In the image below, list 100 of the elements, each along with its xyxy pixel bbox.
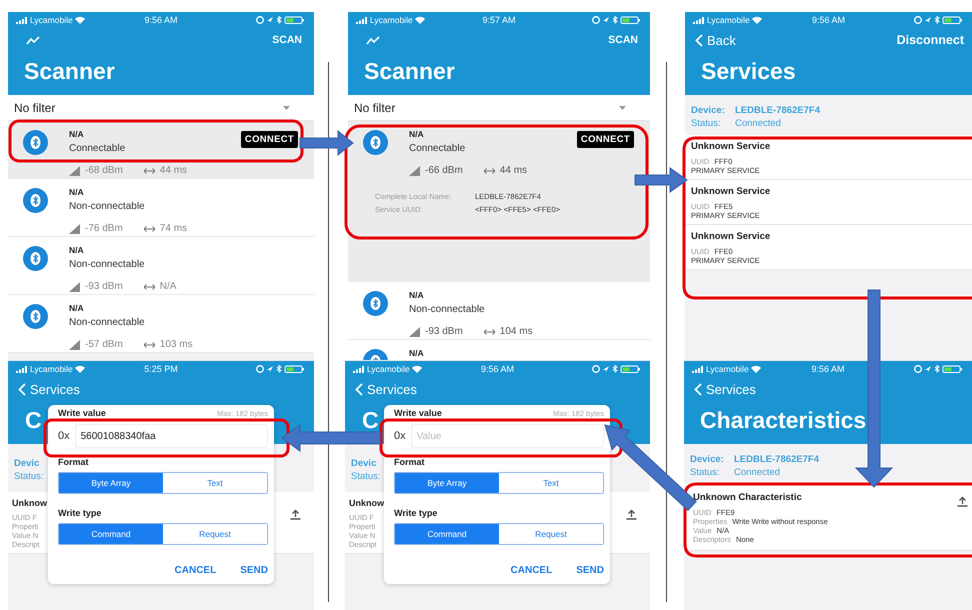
write-type-label: Write type [394, 508, 438, 518]
connect-button[interactable]: CONNECT [240, 131, 298, 148]
dialog-button[interactable]: CANCEL [510, 565, 552, 576]
signal-icon [409, 326, 420, 336]
screen-title: Scanner [24, 58, 115, 85]
status-label: Status: [351, 471, 381, 482]
bluetooth-icon [363, 130, 388, 155]
device-row[interactable]: N/A [348, 340, 650, 360]
chevron-icon [18, 382, 26, 396]
device-label: Device: [691, 105, 726, 116]
back-button[interactable]: Services [18, 382, 80, 396]
chevron-icon [694, 382, 702, 396]
status-label: Status: [690, 467, 721, 478]
format-label: Format [58, 457, 89, 467]
filter-dropdown[interactable]: No filter [8, 95, 314, 121]
upload-icon[interactable] [290, 509, 301, 520]
connect-button[interactable]: CONNECT [576, 131, 634, 148]
device-name: N/A [69, 187, 84, 197]
interval-icon [144, 342, 155, 348]
carrier-name: Lycamobile [30, 364, 73, 374]
nav-action-button[interactable]: Disconnect [896, 33, 964, 47]
back-button[interactable]: Services [355, 382, 417, 396]
interval-reading: 44 ms [500, 165, 528, 176]
write-type-option[interactable]: Command [59, 524, 163, 544]
bluetooth-icon [363, 291, 388, 316]
upload-icon[interactable] [626, 509, 637, 520]
signal-icon [69, 282, 80, 292]
format-label: Format [394, 457, 425, 467]
format-option[interactable]: Byte Array [59, 473, 163, 493]
nav-action-button[interactable]: SCAN [608, 34, 638, 46]
nav-action-button[interactable]: SCAN [272, 34, 302, 46]
interval-reading: 44 ms [160, 165, 188, 176]
device-type: Non-connectable [69, 317, 145, 328]
graph-icon[interactable] [26, 36, 40, 44]
interval-icon [144, 284, 155, 290]
clock-time: 9:56 AM [811, 364, 845, 374]
upload-icon[interactable] [957, 496, 968, 507]
device-label: Devic [351, 458, 376, 469]
device-label: Devic [14, 458, 40, 469]
carrier-name: Lycamobile [30, 15, 73, 25]
clock-time: 9:57 AM [482, 15, 516, 25]
signal-icon [409, 166, 420, 176]
filter-dropdown[interactable]: No filter [348, 95, 650, 121]
device-row[interactable]: N/A Non-connectable -76 dBm 74 ms [8, 179, 314, 237]
bluetooth-icon [23, 188, 48, 213]
characteristic-name: Unknown Characteristic [693, 492, 802, 503]
device-name: LEDBLE-7862E7F4 [735, 105, 822, 116]
screen-title: C [25, 407, 42, 434]
clock-time: 9:56 AM [812, 15, 846, 25]
signal-bars-icon [16, 366, 28, 372]
device-row[interactable]: N/A Non-connectable -57 dBm 103 ms [8, 295, 314, 353]
wifi-icon [752, 16, 762, 24]
back-button[interactable]: Back [695, 32, 736, 48]
interval-icon [484, 328, 495, 334]
signal-bars-icon [16, 16, 28, 24]
hex-prefix: 0x [394, 430, 406, 442]
screen-title: Characteristics [700, 407, 866, 434]
value-field[interactable]: Value [410, 424, 604, 448]
arrow [300, 130, 354, 156]
signal-bars-icon [692, 366, 704, 372]
rssi-reading: -57 dBm [85, 339, 123, 350]
status-label: Status: [14, 471, 44, 482]
connection-status: Connected [734, 467, 781, 478]
status-label: Status: [691, 118, 722, 129]
chevron-icon [355, 382, 363, 396]
back-button[interactable]: Services [694, 382, 756, 396]
carrier-name: Lycamobile [707, 15, 750, 25]
write-type-option[interactable]: Command [395, 524, 499, 544]
format-option[interactable]: Byte Array [395, 473, 499, 493]
write-type-label: Write type [58, 508, 102, 518]
device-type: Connectable [409, 143, 466, 154]
characteristic-text: Unknow [349, 498, 384, 508]
device-type: Non-connectable [69, 201, 145, 212]
service-name: Unknown Service [691, 141, 770, 152]
chevron-icon [695, 34, 703, 46]
carrier-name: Lycamobile [370, 15, 413, 25]
clock-time: 9:56 AM [144, 15, 178, 25]
device-row[interactable]: N/A Non-connectable -93 dBm 104 ms [348, 282, 650, 340]
device-type: Non-connectable [409, 304, 485, 315]
wifi-icon [750, 365, 761, 373]
service-name: Unknown Service [691, 186, 770, 197]
dialog-button[interactable]: SEND [240, 565, 268, 576]
dialog-title: Write value [394, 408, 442, 418]
interval-icon [484, 168, 495, 174]
interval-reading: 104 ms [500, 326, 533, 337]
dialog-title: Write value [58, 408, 106, 418]
dialog-button[interactable]: CANCEL [174, 565, 216, 576]
device-row[interactable]: N/A Non-connectable -93 dBm N/A [8, 237, 314, 295]
graph-icon[interactable] [366, 36, 380, 44]
dialog-button[interactable]: SEND [576, 565, 604, 576]
device-row[interactable]: N/A Connectable -68 dBm 44 ms CONNECT [8, 121, 314, 179]
clock-time: 9:56 AM [480, 364, 514, 374]
signal-bars-icon [693, 16, 705, 24]
carrier-name: Lycamobile [367, 364, 410, 374]
bluetooth-icon [23, 130, 48, 155]
value-field[interactable]: 56001088340faa [74, 424, 268, 448]
wifi-icon [74, 365, 85, 373]
connection-status: Connected [735, 118, 782, 129]
wifi-icon [412, 365, 422, 373]
rssi-reading: -68 dBm [85, 165, 123, 176]
